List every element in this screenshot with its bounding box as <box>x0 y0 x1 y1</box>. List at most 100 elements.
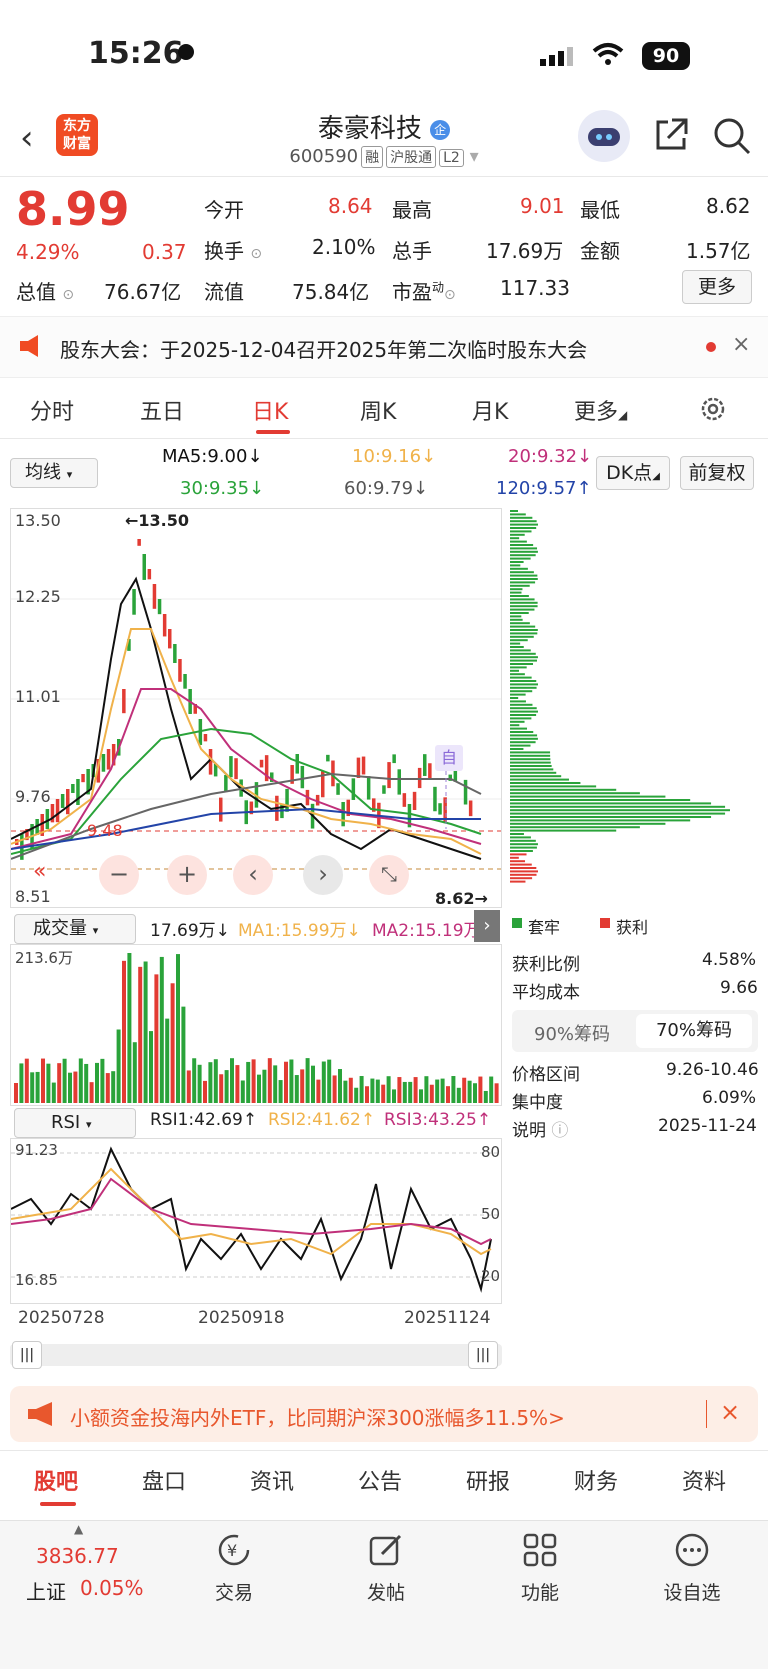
scroll-right-button[interactable]: › <box>303 855 343 895</box>
chip-bar <box>510 846 537 849</box>
compose-icon[interactable] <box>368 1532 404 1572</box>
candle <box>351 778 356 800</box>
chip-bar <box>510 635 534 638</box>
candle <box>106 749 111 770</box>
tab-announcements[interactable]: 公告 <box>358 1464 402 1496</box>
chip-bar <box>510 673 525 676</box>
volume-chart[interactable]: 213.6万 <box>10 944 502 1106</box>
index-name[interactable]: 上证 <box>26 1576 66 1605</box>
tab-research[interactable]: 研报 <box>466 1464 510 1496</box>
last-price: 8.99 <box>16 182 130 236</box>
functions-grid-icon[interactable] <box>522 1532 558 1572</box>
fullscreen-icon[interactable]: ⤡ <box>369 855 409 895</box>
tab-intraday[interactable]: 分时 <box>30 394 74 426</box>
chip-bar <box>510 880 526 883</box>
volume-bar <box>257 1074 261 1103</box>
index-value[interactable]: 3836.77 <box>36 1544 119 1568</box>
trade-icon[interactable]: ¥ <box>214 1532 254 1572</box>
chip-bar <box>510 690 533 693</box>
candle <box>366 776 371 800</box>
chip-bar <box>510 720 525 723</box>
index-percent[interactable]: 0.05% <box>80 1576 144 1600</box>
nav-post[interactable]: 发帖 <box>336 1578 436 1605</box>
zoom-in-button[interactable]: + <box>167 855 207 895</box>
share-icon[interactable] <box>652 116 690 158</box>
candle <box>234 758 238 780</box>
add-watchlist-icon[interactable] <box>674 1532 710 1572</box>
nav-add-watchlist[interactable]: 设自选 <box>642 1578 742 1605</box>
chip-distribution-chart <box>508 508 758 908</box>
close-promo-icon[interactable]: × <box>720 1398 740 1426</box>
volume-bar <box>262 1069 267 1103</box>
chip-bar <box>510 751 551 754</box>
market-cap-value: 76.67亿 <box>104 280 182 304</box>
search-icon[interactable] <box>712 116 752 160</box>
tab-monthly-k[interactable]: 月K <box>472 394 508 426</box>
chip-bar <box>510 550 538 553</box>
volume-bar <box>289 1059 294 1103</box>
chip-bar <box>510 710 538 713</box>
collapse-arrow-icon[interactable]: › <box>474 910 500 942</box>
range-handle-right[interactable]: ||| <box>468 1341 498 1369</box>
close-notice-icon[interactable]: × <box>732 332 750 357</box>
chip-70-tab[interactable]: 70%筹码 <box>636 1014 752 1048</box>
ma60-value: 60:9.79↓ <box>344 478 429 499</box>
volume-indicator-select[interactable]: 成交量 ▾ <box>14 914 136 944</box>
active-tab-indicator <box>256 430 290 434</box>
candle <box>463 779 468 805</box>
volume-bar <box>149 1031 153 1103</box>
rsi-select[interactable]: RSI ▾ <box>14 1108 136 1138</box>
pe-label: 市盈动⊙ <box>392 280 456 304</box>
tab-finance[interactable]: 财务 <box>574 1464 618 1496</box>
chip-bar <box>510 754 551 757</box>
chip-bar <box>510 540 527 543</box>
volume-today: 17.69万↓ <box>150 921 230 941</box>
zoom-out-button[interactable]: − <box>99 855 139 895</box>
rsi-chart[interactable]: 91.23 16.85 80 50 20 <box>10 1138 502 1304</box>
nav-trade[interactable]: 交易 <box>184 1578 284 1605</box>
tab-pankou[interactable]: 盘口 <box>142 1464 186 1496</box>
rsi-top-tick: 91.23 <box>15 1141 58 1159</box>
avg-cost-label: 平均成本 <box>512 983 580 1003</box>
volume-bar <box>95 1062 99 1103</box>
dk-point-button[interactable]: DK点◢ <box>596 456 670 490</box>
ma-select[interactable]: 均线 ▾ <box>10 458 98 488</box>
chip-90-tab[interactable]: 90%筹码 <box>534 1020 610 1046</box>
more-button[interactable]: 更多 <box>682 270 752 304</box>
scroll-left-button[interactable]: ‹ <box>233 855 273 895</box>
tab-more[interactable]: 更多◢ <box>574 394 627 426</box>
self-select-marker[interactable]: 自 <box>435 745 463 771</box>
candle <box>66 789 70 815</box>
candle <box>168 629 172 649</box>
chip-bar <box>510 527 537 529</box>
chip-bar <box>510 727 528 730</box>
kline-chart[interactable]: 13.50 12.25 11.01 9.76 8.51 ←13.50 8.62→… <box>10 508 502 908</box>
tab-five-day[interactable]: 五日 <box>140 394 184 426</box>
volume-bar <box>235 1065 240 1103</box>
chip-bar <box>510 822 666 825</box>
candle <box>178 659 182 682</box>
rewind-icon[interactable]: « <box>33 859 46 884</box>
tab-daily-k[interactable]: 日K <box>252 394 288 426</box>
candle <box>157 599 162 615</box>
candle <box>137 539 141 546</box>
trapped-legend-swatch <box>512 918 522 928</box>
tab-weekly-k[interactable]: 周K <box>360 394 396 426</box>
robot-assistant-icon[interactable] <box>578 110 630 162</box>
chip-bar <box>510 788 617 791</box>
volume-bar <box>24 1058 29 1103</box>
explain-label[interactable]: 说明 ⓘ <box>512 1116 568 1141</box>
tab-guba[interactable]: 股吧 <box>34 1464 78 1496</box>
tab-news[interactable]: 资讯 <box>250 1464 294 1496</box>
tab-profile[interactable]: 资料 <box>682 1464 726 1496</box>
chip-bar <box>510 639 528 642</box>
range-scrollbar[interactable] <box>10 1344 502 1366</box>
volume-bar <box>451 1076 456 1103</box>
nav-functions[interactable]: 功能 <box>490 1578 590 1605</box>
forward-adjust-button[interactable]: 前复权 <box>680 456 754 490</box>
chip-bar <box>510 557 531 560</box>
volume-bar <box>267 1058 272 1103</box>
range-handle-left[interactable]: ||| <box>12 1341 42 1369</box>
settings-gear-icon[interactable] <box>698 394 728 428</box>
y-tick-12-25: 12.25 <box>15 587 61 606</box>
